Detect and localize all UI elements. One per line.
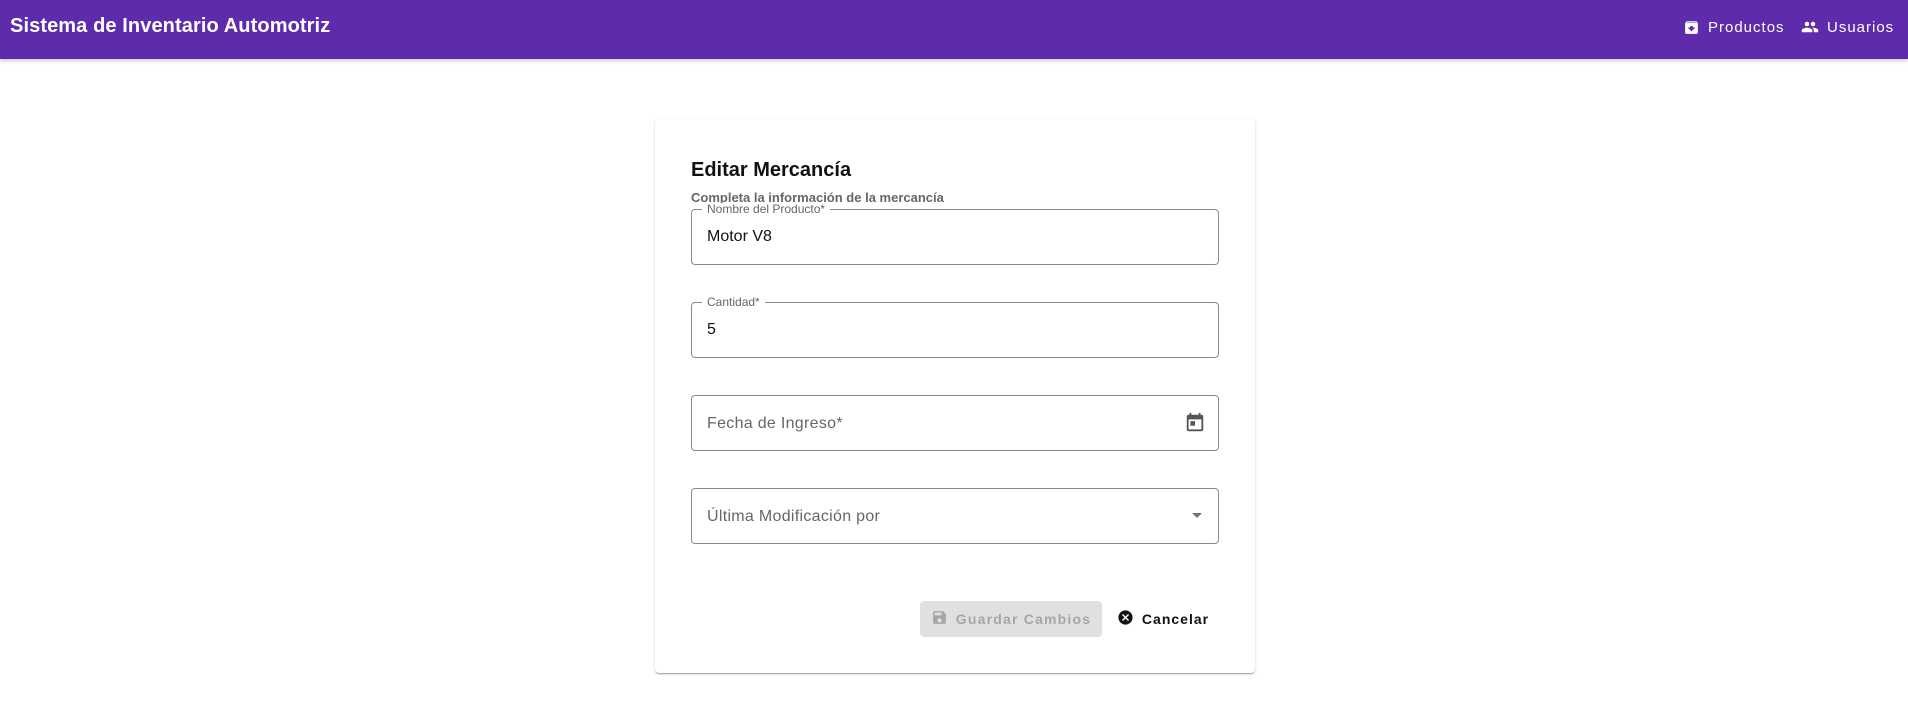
calendar-icon[interactable] [1184, 412, 1206, 439]
chevron-down-icon[interactable] [1192, 513, 1202, 518]
app-title: Sistema de Inventario Automotriz [10, 15, 331, 37]
form-title: Editar Mercancía [691, 159, 852, 181]
quantity-value: 5 [707, 321, 716, 338]
nav-usuarios-button[interactable]: Usuarios [1801, 14, 1894, 40]
cancel-circle-icon [1117, 609, 1134, 629]
save-changes-label: Guardar Cambios [955, 611, 1092, 627]
product-name-value: Motor V8 [707, 228, 772, 245]
quantity-field[interactable]: Cantidad* 5 [691, 296, 1219, 358]
cancel-button[interactable]: Cancelar [1113, 601, 1213, 637]
nav-productos-button[interactable]: Productos [1683, 14, 1785, 40]
app-bar: Sistema de Inventario Automotriz Product… [0, 0, 1908, 59]
save-changes-button[interactable]: Guardar Cambios [920, 601, 1102, 637]
edit-merchandise-card: Editar Mercancía Completa la información… [655, 119, 1255, 673]
last-modified-by-select[interactable]: Última Modificación por [691, 488, 1219, 544]
save-icon [931, 609, 948, 629]
cancel-label: Cancelar [1141, 611, 1210, 627]
nav-usuarios-label: Usuarios [1827, 18, 1895, 36]
product-name-field[interactable]: Nombre del Producto* Motor V8 [691, 203, 1219, 265]
people-icon [1801, 18, 1819, 36]
last-modified-by-placeholder: Última Modificación por [707, 508, 881, 525]
nav-productos-label: Productos [1708, 18, 1785, 36]
archive-box-icon [1683, 19, 1700, 36]
entry-date-field[interactable]: Fecha de Ingreso* [691, 395, 1219, 451]
entry-date-placeholder: Fecha de Ingreso* [707, 415, 843, 432]
product-name-label: Nombre del Producto* [702, 203, 831, 215]
quantity-label: Cantidad* [702, 296, 765, 308]
